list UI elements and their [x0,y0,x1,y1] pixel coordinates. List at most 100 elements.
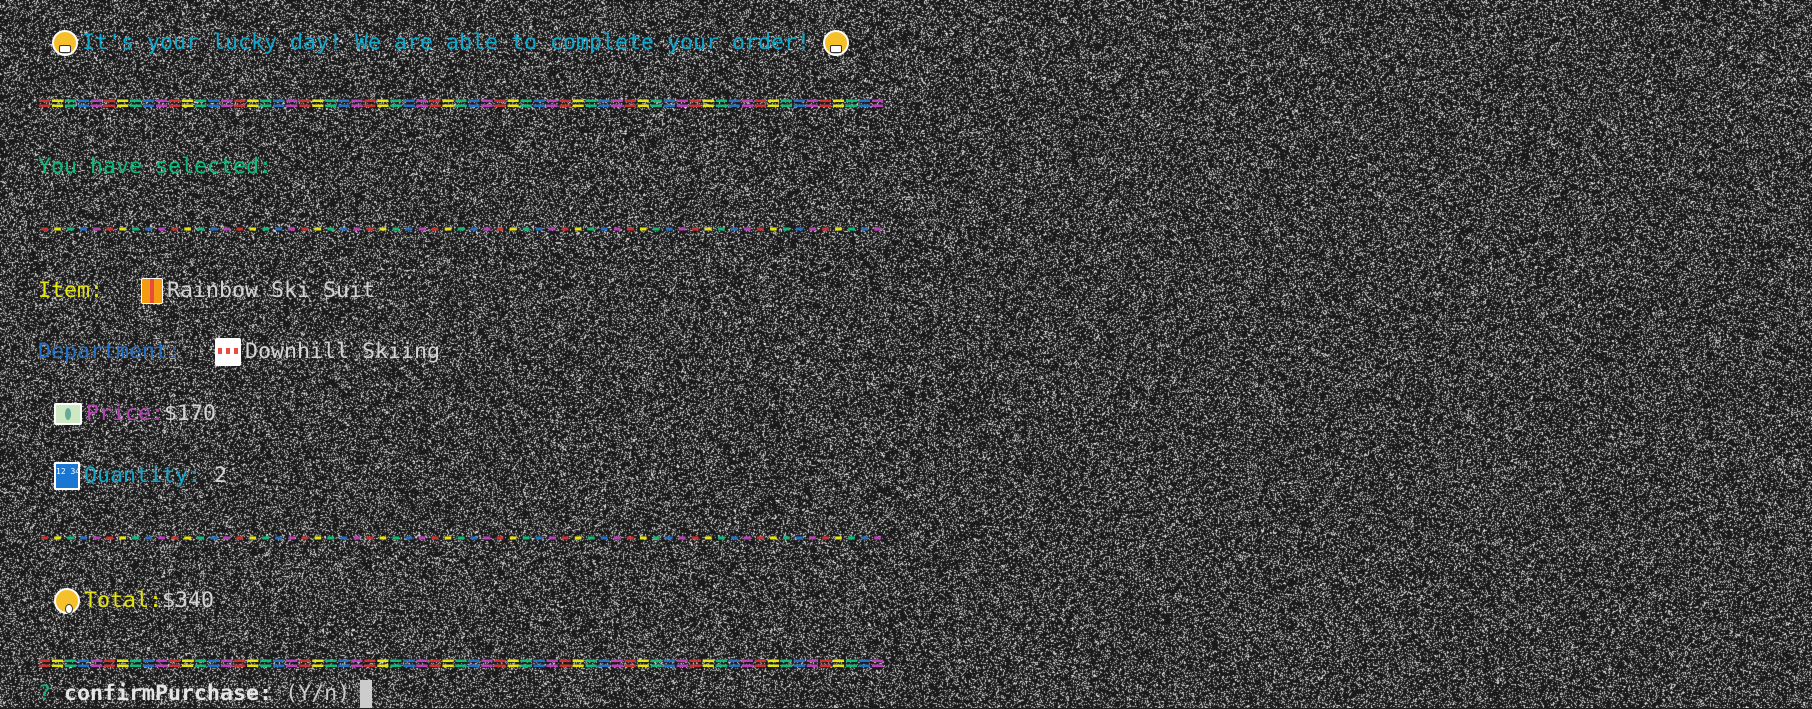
divider-char: = [337,89,350,119]
divider-char: - [64,214,77,244]
input-numbers-icon: 12 34 [54,462,80,490]
divider-char: - [181,214,194,244]
divider-char: - [572,523,585,553]
divider-char: = [572,89,585,119]
divider-char: = [415,89,428,119]
divider-char: - [793,214,806,244]
divider-char: - [220,523,233,553]
divider-char: = [767,649,780,679]
divider-char: = [155,89,168,119]
divider-char: = [38,89,51,119]
divider-char: - [415,523,428,553]
divider-char: = [298,89,311,119]
terminal-cursor[interactable] [360,680,372,708]
divider-char: - [194,214,207,244]
divider-char: = [871,649,884,679]
header-message: It's your lucky day! We are able to comp… [52,28,853,58]
divider-char: - [793,523,806,553]
divider-char: = [637,649,650,679]
divider-char: = [780,89,793,119]
divider-char: - [767,523,780,553]
divider-char: - [845,214,858,244]
divider-char: - [832,214,845,244]
divider-char: = [363,89,376,119]
divider-char: = [428,89,441,119]
divider-char: = [520,649,533,679]
quantity-row: 12 34 Quantity: 2 [54,461,227,491]
divider-char: = [754,89,767,119]
divider-char: - [129,523,142,553]
divider-char: - [298,214,311,244]
department-value: Downhill Skiing [245,337,440,367]
divider-char: - [259,523,272,553]
item-value: Rainbow Ski Suit [167,276,375,306]
divider-char: - [624,214,637,244]
divider-char: - [51,214,64,244]
divider-char: - [507,523,520,553]
divider-char: - [754,214,767,244]
divider-char: = [481,89,494,119]
divider-char: - [272,523,285,553]
divider-char: - [624,523,637,553]
divider-char: = [832,649,845,679]
divider-char: = [415,649,428,679]
divider-char: - [520,214,533,244]
divider-char: - [90,523,103,553]
divider-char: - [155,523,168,553]
astonished-face-icon [54,588,80,614]
divider-char: = [220,89,233,119]
divider-char: - [806,214,819,244]
divider-char: = [272,89,285,119]
divider-char: = [402,89,415,119]
divider-char: = [376,649,389,679]
divider-char: = [402,649,415,679]
divider-char: = [77,649,90,679]
divider-char: - [337,523,350,553]
divider-char: = [51,89,64,119]
divider-char: = [181,649,194,679]
divider-char: = [90,89,103,119]
divider-char: = [77,89,90,119]
divider-char: = [533,649,546,679]
divider-char: - [481,523,494,553]
divider-char: = [533,89,546,119]
divider-char: - [246,523,259,553]
divider-char: - [285,214,298,244]
divider-char: = [103,89,116,119]
divider-char: - [116,214,129,244]
divider-char: = [780,649,793,679]
divider-char: = [793,649,806,679]
divider-char: = [598,89,611,119]
divider-char: = [806,649,819,679]
divider-char: = [181,89,194,119]
divider-char: = [194,649,207,679]
divider-char: = [858,89,871,119]
divider-char: - [311,523,324,553]
divider-char: = [350,89,363,119]
divider-char: - [116,523,129,553]
divider-char: - [741,523,754,553]
rainbow-single-divider: ----------------------------------------… [38,214,884,244]
divider-char: - [598,214,611,244]
divider-char: = [715,649,728,679]
divider-char: = [455,89,468,119]
prompt-hint: (Y/n) [285,679,350,709]
divider-char: - [324,214,337,244]
divider-char: - [207,523,220,553]
divider-char: - [533,214,546,244]
divider-char: - [676,214,689,244]
divider-char: = [259,649,272,679]
divider-char: = [676,89,689,119]
divider-char: = [598,649,611,679]
divider-char: - [533,523,546,553]
total-row: Total: $340 [54,586,214,616]
divider-char: = [559,649,572,679]
divider-char: - [650,523,663,553]
confirm-prompt[interactable]: ? confirmPurchase: (Y/n) [38,679,372,709]
grinning-face-icon [52,30,78,56]
divider-char: - [142,214,155,244]
divider-char: - [650,214,663,244]
divider-char: - [77,523,90,553]
divider-char: = [324,649,337,679]
divider-char: = [142,89,155,119]
